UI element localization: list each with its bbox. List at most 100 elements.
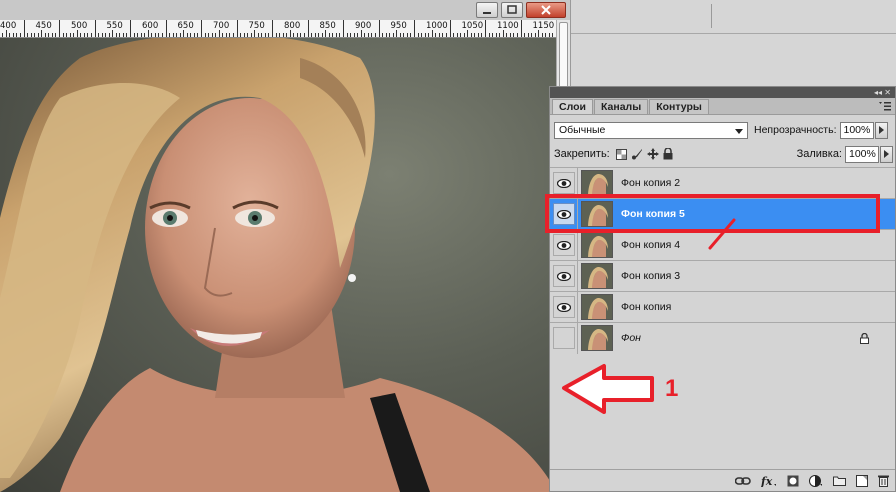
adjustment-icon[interactable]	[809, 474, 823, 487]
ruler-tick	[247, 33, 249, 37]
eye-icon	[557, 240, 571, 250]
ruler-tick	[98, 33, 100, 37]
trash-icon[interactable]	[878, 474, 889, 487]
layer-thumbnail	[581, 325, 613, 351]
panel-menu-icon[interactable]	[879, 101, 891, 111]
ruler-tick	[44, 33, 46, 37]
ruler-tick	[456, 33, 458, 37]
ruler-tick	[328, 33, 330, 37]
image-canvas[interactable]	[0, 38, 556, 492]
mask-icon[interactable]	[787, 475, 799, 487]
minimize-button[interactable]	[476, 2, 498, 18]
ruler-tick	[428, 33, 430, 37]
fill-stepper[interactable]	[880, 145, 893, 163]
ruler-tick	[335, 33, 337, 37]
ruler-tick	[59, 20, 60, 37]
arrow-right-icon	[878, 126, 884, 134]
ruler-tick	[218, 30, 220, 37]
visibility-toggle[interactable]	[553, 172, 575, 194]
maximize-icon	[507, 5, 517, 14]
minimize-icon	[483, 12, 491, 14]
layer-row[interactable]: Фон копия 4	[550, 229, 895, 261]
ruler-tick	[406, 33, 408, 37]
svg-text:fx: fx	[761, 475, 773, 487]
ruler-tick	[9, 33, 11, 37]
ruler-tick	[66, 33, 68, 37]
eye-icon	[557, 302, 571, 312]
visibility-toggle[interactable]	[553, 296, 575, 318]
ruler-tick	[389, 33, 391, 37]
ruler-tick	[502, 30, 504, 37]
opacity-stepper[interactable]	[874, 121, 888, 139]
ruler-tick	[392, 33, 394, 37]
ruler-tick	[41, 30, 43, 37]
portrait-photo	[0, 38, 556, 492]
ruler-tick	[499, 33, 501, 37]
ruler-tick	[101, 33, 103, 37]
ruler-tick	[204, 33, 206, 37]
maximize-button[interactable]	[501, 2, 523, 18]
layer-thumbnail	[581, 294, 613, 320]
dock-separator	[571, 33, 896, 34]
collapse-panel-icon[interactable]: ◂◂	[874, 88, 882, 97]
ruler-tick	[453, 33, 455, 37]
eye-icon	[557, 178, 571, 188]
lock-brush-icon[interactable]	[631, 148, 643, 160]
lock-all-icon[interactable]	[663, 148, 673, 160]
fill-input[interactable]: 100%	[845, 145, 879, 163]
ruler-label: 600	[142, 21, 159, 31]
lock-move-icon[interactable]	[646, 148, 659, 160]
link-icon[interactable]	[735, 476, 751, 486]
ruler-tick	[5, 30, 7, 37]
lock-transparent-icon[interactable]	[615, 148, 627, 160]
panel-header-strip[interactable]: ◂◂ ✕	[550, 87, 895, 98]
lock-label: Закрепить:	[554, 148, 610, 160]
layer-thumbnail	[581, 170, 613, 196]
close-button[interactable]	[526, 2, 566, 18]
panel-tabs: Слои Каналы Контуры	[550, 98, 895, 115]
ruler-tick	[357, 33, 359, 37]
fx-icon[interactable]: fx	[761, 475, 777, 487]
eye-icon	[557, 271, 571, 281]
ruler-tick	[215, 33, 217, 37]
panel-close-icon[interactable]: ✕	[884, 88, 891, 97]
ruler-tick	[527, 33, 529, 37]
ruler-tick	[300, 33, 302, 37]
blend-mode-select[interactable]: Обычные	[554, 121, 748, 139]
ruler-tick	[94, 20, 96, 37]
visibility-toggle[interactable]	[553, 234, 575, 256]
visibility-toggle[interactable]	[553, 265, 575, 287]
layer-row[interactable]: Фон копия	[550, 291, 895, 323]
panel-bottom-bar: fx	[550, 469, 895, 491]
ruler-tick	[353, 33, 355, 37]
ruler-tick	[257, 33, 259, 37]
ruler-tick	[154, 33, 156, 37]
blend-mode-value: Обычные	[559, 124, 606, 136]
ruler-label: 1050	[461, 21, 484, 31]
opacity-input[interactable]: 100%	[839, 121, 874, 139]
ruler-tick	[516, 33, 518, 37]
layer-row[interactable]: Фон копия 3	[550, 260, 895, 292]
ruler-tick	[232, 33, 234, 37]
dock-top-area	[570, 0, 896, 86]
layer-row[interactable]: Фон	[550, 322, 895, 354]
visibility-toggle[interactable]	[553, 327, 575, 349]
ruler-tick	[339, 33, 341, 37]
tab-paths[interactable]: Контуры	[649, 99, 709, 114]
group-icon[interactable]	[833, 475, 846, 486]
ruler-tick	[279, 33, 281, 37]
ruler-label: 450	[35, 21, 52, 31]
ruler-label: 500	[71, 21, 88, 31]
new-layer-icon[interactable]	[856, 474, 868, 487]
ruler-tick	[268, 33, 270, 37]
tab-layers[interactable]: Слои	[552, 99, 593, 114]
ruler-tick	[360, 30, 362, 37]
ruler-tick	[296, 33, 298, 37]
layer-name: Фон копия	[621, 301, 672, 313]
ruler-tick	[449, 20, 451, 37]
ruler-tick	[524, 33, 526, 37]
ruler-tick	[90, 33, 92, 37]
ruler-tick	[325, 30, 327, 37]
ruler-tick	[421, 33, 423, 37]
tab-channels[interactable]: Каналы	[593, 99, 649, 114]
